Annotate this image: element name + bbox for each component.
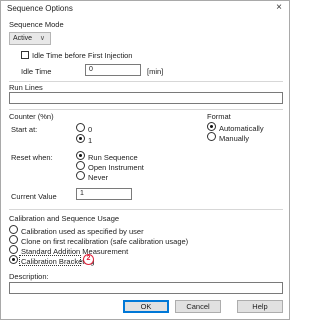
current-value-value: 1	[80, 190, 84, 197]
idle-time-value: 0	[89, 66, 93, 73]
chevron-down-icon: ∨	[39, 35, 45, 42]
divider	[9, 81, 283, 82]
help-button[interactable]: Help	[237, 300, 283, 313]
reset-never-label: Never	[88, 173, 109, 182]
start-at-0-label: 0	[88, 125, 93, 134]
start-at-label: Start at:	[11, 125, 38, 134]
calibration-as-specified-radio[interactable]	[9, 225, 18, 234]
format-automatically-radio[interactable]	[207, 122, 216, 131]
reset-when-label: Reset when:	[11, 153, 53, 162]
ok-button[interactable]: OK	[123, 300, 169, 313]
run-lines-heading: Run Lines	[9, 83, 43, 92]
format-manually-label: Manually	[219, 134, 250, 143]
reset-run-sequence-radio[interactable]	[76, 151, 85, 160]
divider	[9, 109, 283, 110]
description-input[interactable]	[9, 282, 283, 294]
format-manually-radio[interactable]	[207, 132, 216, 141]
format-heading: Format	[207, 112, 231, 121]
close-icon[interactable]: ×	[272, 2, 286, 14]
sequence-mode-selected: Active	[13, 35, 33, 42]
format-automatically-label: Automatically	[219, 124, 264, 133]
reset-open-instrument-radio[interactable]	[76, 161, 85, 170]
calibration-as-specified-label: Calibration used as specified by user	[21, 227, 144, 236]
cancel-button[interactable]: Cancel	[175, 300, 221, 313]
calibration-clone-radio[interactable]	[9, 235, 18, 244]
description-label: Description:	[9, 272, 49, 281]
annotation-badge: 2	[83, 254, 94, 265]
idle-time-checkbox-label: Idle Time before First Injection	[32, 51, 133, 60]
start-at-0-radio[interactable]	[76, 123, 85, 132]
start-at-1-radio[interactable]	[76, 134, 85, 143]
idle-time-input[interactable]: 0	[85, 64, 141, 76]
idle-time-label: Idle Time	[21, 67, 52, 76]
idle-time-checkbox[interactable]	[21, 51, 29, 59]
reset-run-sequence-label: Run Sequence	[88, 153, 138, 162]
idle-time-unit: [min]	[147, 67, 164, 76]
calibration-bracketing-radio[interactable]	[9, 255, 18, 264]
divider	[9, 209, 283, 210]
sequence-mode-dropdown[interactable]: Active ∨	[9, 32, 51, 45]
current-value-label: Current Value	[11, 192, 57, 201]
sequence-mode-heading: Sequence Mode	[9, 20, 64, 29]
calibration-clone-label: Clone on first recalibration (safe calib…	[21, 237, 189, 246]
counter-heading: Counter (%n)	[9, 112, 54, 121]
reset-never-radio[interactable]	[76, 171, 85, 180]
calibration-standard-addition-radio[interactable]	[9, 245, 18, 254]
start-at-1-label: 1	[88, 136, 93, 145]
dialog-title: Sequence Options	[7, 4, 73, 13]
sequence-options-dialog: Sequence Options × Sequence Mode Active …	[0, 0, 290, 320]
run-lines-input[interactable]	[9, 92, 283, 104]
current-value-input[interactable]: 1	[76, 188, 132, 200]
reset-open-instrument-label: Open Instrument	[88, 163, 144, 172]
calibration-heading: Calibration and Sequence Usage	[9, 214, 120, 223]
